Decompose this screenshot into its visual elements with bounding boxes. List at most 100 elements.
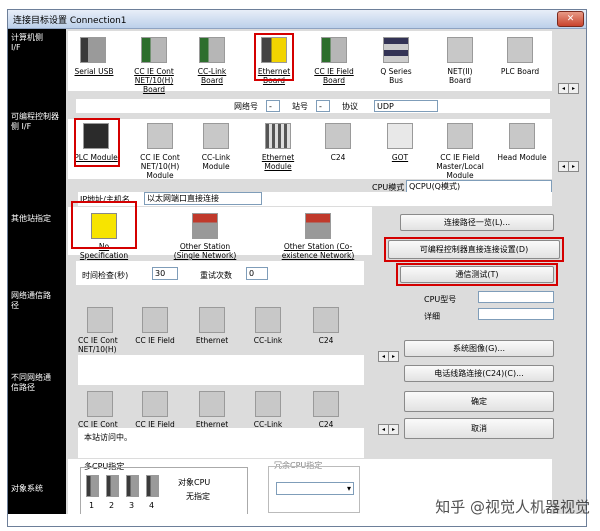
got-icon — [387, 123, 413, 149]
plc-if-cc-ie-cont-module[interactable]: CC IE Cont NET/10(H) Module — [132, 123, 188, 180]
route-cc-ie-cont[interactable]: CC IE Cont NET/10(H) — [78, 307, 122, 354]
station-no-field[interactable]: - — [316, 100, 330, 112]
diff-route-ethernet[interactable]: Ethernet — [190, 391, 234, 429]
station-no-label: 站号 — [292, 102, 308, 111]
pc-if-cc-ie-field-board[interactable]: CC IE Field Board — [312, 37, 356, 85]
scroll-right-icon[interactable]: ▸ — [388, 424, 399, 435]
protocol-label: 协议 — [342, 102, 358, 111]
cancel-button[interactable]: 取消 — [404, 418, 554, 439]
diff-route-cc-link[interactable]: CC-Link — [246, 391, 290, 429]
retry-label: 重试次数 — [200, 271, 232, 280]
cpu-type-label: CPU型号 — [424, 295, 457, 304]
board-icon — [507, 37, 533, 63]
section-plc-if-label: 可编程控制器侧 I/F — [11, 112, 59, 131]
module-icon — [147, 123, 173, 149]
scroll-right-icon[interactable]: ▸ — [388, 351, 399, 362]
cpu-number-2: 2 — [109, 501, 115, 510]
c24-icon — [325, 123, 351, 149]
pc-if-info-bar — [76, 99, 550, 113]
serial-usb-icon — [80, 37, 106, 63]
settings-panel: Serial USB CC IE Cont NET/10(H) Board CC… — [66, 29, 586, 526]
network-icon — [87, 307, 113, 333]
ok-button[interactable]: 确定 — [404, 391, 554, 412]
module-icon — [509, 123, 535, 149]
pc-if-q-series-bus[interactable]: Q Series Bus — [374, 37, 418, 85]
target-cpu-label: 对象CPU — [178, 478, 211, 487]
ip-field[interactable]: 以太网端口直接连接 — [144, 192, 262, 205]
pc-if-scroll[interactable]: ◂ ▸ — [558, 83, 579, 94]
other-station-single[interactable]: Other Station (Single Network) — [170, 213, 240, 260]
plc-if-cc-link-module[interactable]: CC-Link Module — [194, 123, 238, 171]
route-detail-box — [78, 355, 364, 385]
protocol-field[interactable]: UDP — [374, 100, 438, 112]
scroll-right-icon[interactable]: ▸ — [568, 83, 579, 94]
route-c24[interactable]: C24 — [304, 307, 348, 345]
chevron-down-icon: ▾ — [346, 484, 351, 493]
close-button[interactable]: ✕ — [557, 11, 584, 27]
plc-if-scroll[interactable]: ◂ ▸ — [558, 161, 579, 172]
timeout-field[interactable]: 30 — [152, 267, 178, 280]
cpu-4-icon[interactable] — [146, 475, 159, 497]
diff-route-c24[interactable]: C24 — [304, 391, 348, 429]
route-cc-ie-field[interactable]: CC IE Field — [130, 307, 180, 345]
network-icon — [199, 307, 225, 333]
board-icon — [321, 37, 347, 63]
no-spec-highlight — [71, 201, 137, 249]
phone-line-button[interactable]: 电话线路连接(C24)(C)... — [404, 365, 554, 382]
section-pc-if-label: 计算机侧 I/F — [11, 33, 43, 52]
plc-if-c24[interactable]: C24 — [316, 123, 360, 162]
other-station-coexist[interactable]: Other Station (Co-existence Network) — [272, 213, 364, 260]
detail-field — [478, 308, 554, 320]
network-icon — [255, 391, 281, 417]
other-station-single-icon — [192, 213, 218, 239]
q-series-bus-icon — [383, 37, 409, 63]
cpu-type-field — [478, 291, 554, 303]
network-no-field[interactable]: - — [266, 100, 280, 112]
module-icon — [447, 123, 473, 149]
cpu-number-4: 4 — [149, 501, 155, 510]
section-diff-network-label: 不同网络通信路径 — [11, 373, 51, 392]
detail-label: 详细 — [424, 312, 440, 321]
plc-if-ethernet-module[interactable]: Ethernet Module — [256, 123, 300, 171]
board-icon — [141, 37, 167, 63]
pc-if-plc-board[interactable]: PLC Board — [498, 37, 542, 76]
watermark-text: 知乎 @视觉人机器视觉 — [435, 498, 590, 516]
pc-if-net2-board[interactable]: NET(II) Board — [438, 37, 482, 85]
pc-if-cc-ie-cont-board[interactable]: CC IE Cont NET/10(H) Board — [126, 37, 182, 94]
network-no-label: 网络号 — [234, 102, 258, 111]
system-image-button[interactable]: 系统图像(G)... — [404, 340, 554, 357]
retry-field[interactable]: 0 — [246, 267, 268, 280]
network-icon — [313, 391, 339, 417]
route-ethernet[interactable]: Ethernet — [190, 307, 234, 345]
timeout-label: 时间检查(秒) — [82, 271, 129, 280]
pc-if-cc-link-board[interactable]: CC-Link Board — [190, 37, 234, 85]
other-station-coexist-icon — [305, 213, 331, 239]
section-label-column: 计算机侧 I/F 可编程控制器侧 I/F 其他站指定 网络通信路径 不同网络通信… — [8, 29, 66, 526]
cpu-3-icon[interactable] — [126, 475, 139, 497]
plc-if-head-module[interactable]: Head Module — [496, 123, 548, 162]
network-icon — [255, 307, 281, 333]
board-icon — [447, 37, 473, 63]
route-list-button[interactable]: 连接路径一览(L)... — [400, 214, 554, 231]
network-icon — [199, 391, 225, 417]
ethernet-board-highlight — [254, 33, 294, 81]
network-icon — [142, 307, 168, 333]
cpu-1-icon[interactable] — [86, 475, 99, 497]
diff-route-scroll[interactable]: ◂ ▸ — [378, 424, 399, 435]
route-cc-link[interactable]: CC-Link — [246, 307, 290, 345]
target-cpu-value: 无指定 — [186, 492, 210, 501]
module-icon — [203, 123, 229, 149]
route-scroll[interactable]: ◂ ▸ — [378, 351, 399, 362]
plc-if-cc-ie-field-module[interactable]: CC IE Field Master/Local Module — [428, 123, 492, 180]
connection-dialog: 连接目标设置 Connection1 ✕ 计算机侧 I/F 可编程控制器侧 I/… — [7, 9, 587, 527]
section-target-system-label: 对象系统 — [11, 484, 43, 493]
scroll-right-icon[interactable]: ▸ — [568, 161, 579, 172]
section-network-route-label: 网络通信路径 — [11, 291, 51, 310]
cpu-2-icon[interactable] — [106, 475, 119, 497]
pc-if-serial-usb[interactable]: Serial USB — [72, 37, 116, 76]
access-status-text: 本站访问中。 — [84, 433, 132, 442]
cpu-number-3: 3 — [129, 501, 135, 510]
plc-if-got[interactable]: GOT — [378, 123, 422, 162]
diff-route-cc-ie-field[interactable]: CC IE Field — [130, 391, 180, 429]
redundant-cpu-select[interactable]: ▾ — [276, 482, 354, 495]
